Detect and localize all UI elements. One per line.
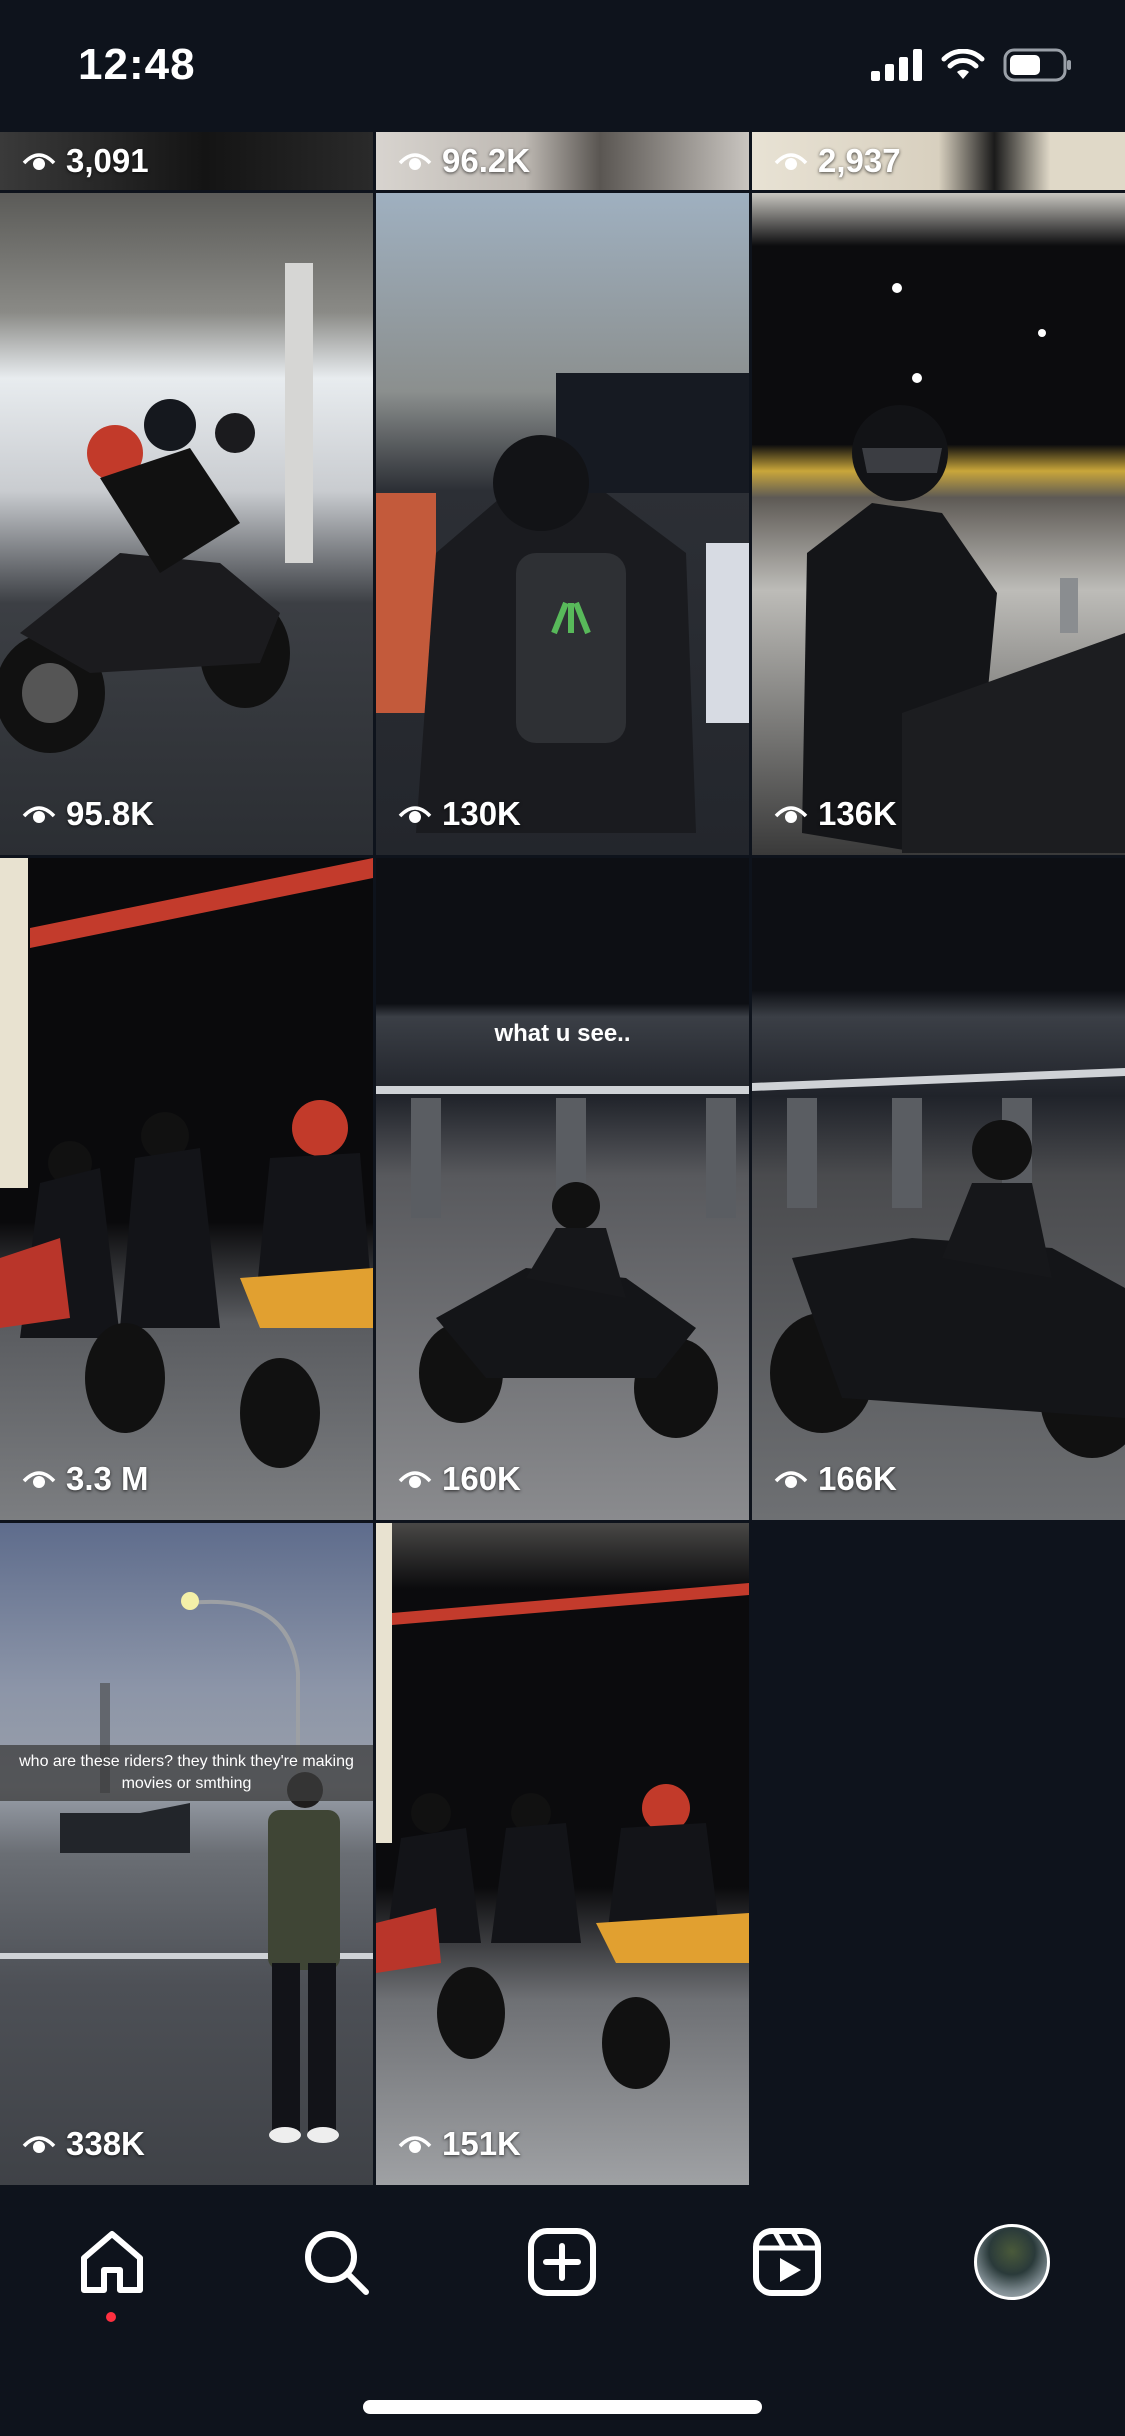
- post-tile[interactable]: 166K: [752, 858, 1125, 1520]
- view-count: 95.8K: [66, 795, 155, 832]
- rider-backpack-photo: [376, 373, 749, 833]
- views-eye-icon: [398, 2136, 432, 2153]
- view-count: 338K: [66, 2125, 145, 2162]
- profile-avatar: [974, 2224, 1050, 2300]
- views-eye-icon: [398, 806, 432, 823]
- battery-icon: [1003, 48, 1071, 82]
- nav-profile[interactable]: [972, 2222, 1052, 2302]
- view-count: 136K: [818, 795, 897, 832]
- nav-reels[interactable]: [747, 2222, 827, 2302]
- nav-create[interactable]: [522, 2222, 602, 2302]
- cellular-signal-icon: [871, 49, 922, 81]
- wifi-icon: [941, 49, 985, 79]
- view-count: 166K: [818, 1460, 897, 1497]
- street-scene-photo: [0, 1592, 373, 2143]
- view-count: 2,937: [818, 142, 901, 179]
- night-ride-photo: [752, 1068, 1125, 1458]
- reels-icon: [753, 2228, 821, 2296]
- home-icon: [81, 2231, 143, 2293]
- posts-grid: 3,091 96.2K 2,937 95.8K 130K 136K 3.3 M …: [0, 0, 1125, 2186]
- post-tile[interactable]: 130K: [376, 193, 749, 855]
- views-eye-icon: [22, 806, 56, 823]
- nav-search[interactable]: [296, 2222, 376, 2302]
- post-tile[interactable]: 96.2K: [376, 132, 749, 190]
- create-post-icon: [528, 2228, 596, 2296]
- view-count: 151K: [442, 2125, 521, 2162]
- clock: 12:48: [78, 40, 196, 89]
- views-eye-icon: [774, 1471, 808, 1488]
- riders-group-photo: [0, 858, 373, 1468]
- status-bar: 12:48: [0, 0, 1125, 132]
- search-icon: [305, 2231, 369, 2295]
- night-ride-photo: [376, 1086, 749, 1438]
- seated-rider-photo: [802, 283, 1125, 853]
- status-icons: [871, 48, 1073, 82]
- post-tile[interactable]: 3,091: [0, 132, 373, 190]
- views-eye-icon: [22, 153, 56, 170]
- post-tile[interactable]: who are these riders? they think they're…: [0, 1523, 373, 2185]
- views-eye-icon: [774, 153, 808, 170]
- bottom-nav: [0, 2186, 1125, 2436]
- video-caption: who are these riders? they think they're…: [0, 1745, 373, 1801]
- views-eye-icon: [398, 1471, 432, 1488]
- views-eye-icon: [22, 1471, 56, 1488]
- post-tile[interactable]: what u see.. 160K: [376, 858, 749, 1520]
- views-eye-icon: [398, 153, 432, 170]
- view-count: 96.2K: [442, 142, 531, 179]
- view-count: 3.3 M: [66, 1460, 149, 1497]
- home-indicator: [363, 2400, 762, 2414]
- post-tile[interactable]: 136K: [752, 193, 1125, 855]
- view-count: 3,091: [66, 142, 149, 179]
- motorcycle-photo: [0, 263, 313, 753]
- riders-group-photo: [376, 1523, 749, 2089]
- post-tile[interactable]: 2,937: [752, 132, 1125, 190]
- view-count: 160K: [442, 1460, 521, 1497]
- views-eye-icon: [774, 806, 808, 823]
- view-count: 130K: [442, 795, 521, 832]
- post-tile[interactable]: 3.3 M: [0, 858, 373, 1520]
- post-tile[interactable]: 95.8K: [0, 193, 373, 855]
- views-eye-icon: [22, 2136, 56, 2153]
- nav-home[interactable]: [72, 2222, 152, 2302]
- active-indicator-dot: [106, 2312, 116, 2322]
- post-tile[interactable]: 151K: [376, 1523, 749, 2185]
